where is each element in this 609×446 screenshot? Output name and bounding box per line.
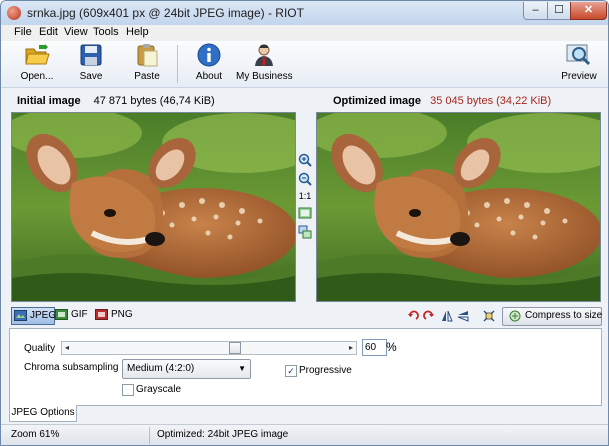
menu-view[interactable]: View <box>64 26 88 38</box>
compress-icon <box>509 310 521 322</box>
preview-button[interactable]: Preview <box>561 43 597 85</box>
grayscale-label: Grayscale <box>136 384 182 395</box>
flip-vertical-icon[interactable] <box>457 310 469 322</box>
open-label: Open... <box>20 71 54 82</box>
crop-resize-icon[interactable] <box>483 310 495 322</box>
folder-open-icon <box>25 44 50 65</box>
paste-button[interactable]: Paste <box>129 43 165 85</box>
tab-png[interactable]: PNG <box>93 307 137 323</box>
fawn-photo-optimized <box>317 113 600 301</box>
save-label: Save <box>79 71 103 82</box>
tab-png-label: PNG <box>111 309 133 320</box>
optimized-image-label: Optimized image <box>333 95 422 107</box>
rotate-left-icon[interactable] <box>407 310 419 322</box>
quality-input[interactable]: 60 <box>362 339 387 356</box>
compress-to-size-label: Compress to size <box>525 310 603 321</box>
quality-label: Quality <box>24 343 56 354</box>
actual-size-button[interactable]: 1:1 <box>296 191 314 201</box>
quality-percent-sign: % <box>386 340 397 354</box>
about-label: About <box>195 71 223 82</box>
compress-to-size-button[interactable]: Compress to size <box>502 307 602 326</box>
status-bar: Zoom 61% Optimized: 24bit JPEG image <box>1 424 608 445</box>
chevron-down-icon: ▼ <box>238 364 246 373</box>
initial-image-view[interactable] <box>11 112 296 302</box>
slider-left-arrow[interactable]: ◂ <box>62 342 72 354</box>
menu-help[interactable]: Help <box>126 26 149 38</box>
toolbar-separator <box>177 45 178 83</box>
about-button[interactable]: About <box>190 43 228 85</box>
riot-window: srnka.jpg (609x401 px @ 24bit JPEG image… <box>0 0 609 446</box>
jpeg-format-icon <box>14 310 27 321</box>
menu-tools[interactable]: Tools <box>93 26 119 38</box>
clipboard-icon <box>137 44 158 67</box>
close-button[interactable]: ✕ <box>570 2 607 20</box>
format-toolbar: JPEG GIF PNG Compress to size <box>9 307 602 326</box>
my-business-button[interactable]: My Business <box>236 43 293 85</box>
initial-image-label: Initial image <box>17 95 81 107</box>
tab-gif-label: GIF <box>71 309 88 320</box>
rotate-right-icon[interactable] <box>423 310 435 322</box>
menu-edit[interactable]: Edit <box>39 26 58 38</box>
fawn-photo <box>12 113 295 301</box>
png-format-icon <box>95 309 108 320</box>
jpeg-options-panel: Quality ◂ ▸ 60 % Chroma subsampling Medi… <box>9 328 602 406</box>
quality-slider[interactable]: ◂ ▸ <box>61 341 357 355</box>
minimize-button[interactable]: ‒ <box>523 2 548 20</box>
paste-label: Paste <box>134 71 160 82</box>
my-business-label: My Business <box>236 71 293 82</box>
riot-app-icon <box>7 6 21 20</box>
fit-window-icon[interactable] <box>298 206 312 220</box>
gif-format-icon <box>55 309 68 320</box>
tab-gif[interactable]: GIF <box>53 307 91 323</box>
optimized-image-header: Optimized image 35 045 bytes (34,22 KiB) <box>333 95 551 107</box>
preview-label: Preview <box>561 71 597 82</box>
flip-horizontal-icon[interactable] <box>441 310 453 322</box>
optimized-image-view[interactable] <box>316 112 601 302</box>
view-tools: 1:1 <box>296 151 314 244</box>
initial-image-header: Initial image 47 871 bytes (46,74 KiB) <box>17 95 215 107</box>
grayscale-checkbox[interactable] <box>122 384 134 396</box>
zoom-out-icon[interactable] <box>298 172 312 186</box>
quality-slider-thumb[interactable] <box>229 342 242 354</box>
chroma-subsampling-label: Chroma subsampling <box>24 362 119 373</box>
slider-right-arrow[interactable]: ▸ <box>346 342 356 354</box>
tab-jpeg-options[interactable]: JPEG Options <box>9 405 77 422</box>
floppy-disk-icon <box>80 44 102 66</box>
status-message: Optimized: 24bit JPEG image <box>157 429 289 440</box>
open-button[interactable]: Open... <box>15 43 59 85</box>
status-divider <box>149 427 150 444</box>
maximize-button[interactable]: ☐ <box>547 2 571 20</box>
progressive-checkbox[interactable]: ✓ <box>285 365 297 377</box>
chroma-subsampling-select[interactable]: Medium (4:2:0) ▼ <box>122 359 251 379</box>
info-icon <box>197 43 221 67</box>
magnifier-preview-icon <box>566 44 591 66</box>
progressive-label: Progressive <box>299 365 352 376</box>
toolbar: Open... Save Paste About My Business Pre… <box>1 41 608 88</box>
initial-image-size: 47 871 bytes (46,74 KiB) <box>93 95 215 107</box>
zoom-in-icon[interactable] <box>298 153 312 167</box>
status-zoom: Zoom 61% <box>11 429 60 440</box>
optimized-image-size: 35 045 bytes (34,22 KiB) <box>430 95 552 107</box>
chroma-subsampling-value: Medium (4:2:0) <box>127 363 195 374</box>
sync-views-icon[interactable] <box>298 225 312 239</box>
tab-jpeg[interactable]: JPEG <box>11 307 56 325</box>
menu-file[interactable]: File <box>14 26 32 38</box>
menu-bar: File Edit View Tools Help <box>1 25 608 41</box>
title-bar: srnka.jpg (609x401 px @ 24bit JPEG image… <box>1 1 608 25</box>
window-title: srnka.jpg (609x401 px @ 24bit JPEG image… <box>27 6 304 20</box>
businessman-icon <box>255 44 273 66</box>
save-button[interactable]: Save <box>73 43 109 85</box>
